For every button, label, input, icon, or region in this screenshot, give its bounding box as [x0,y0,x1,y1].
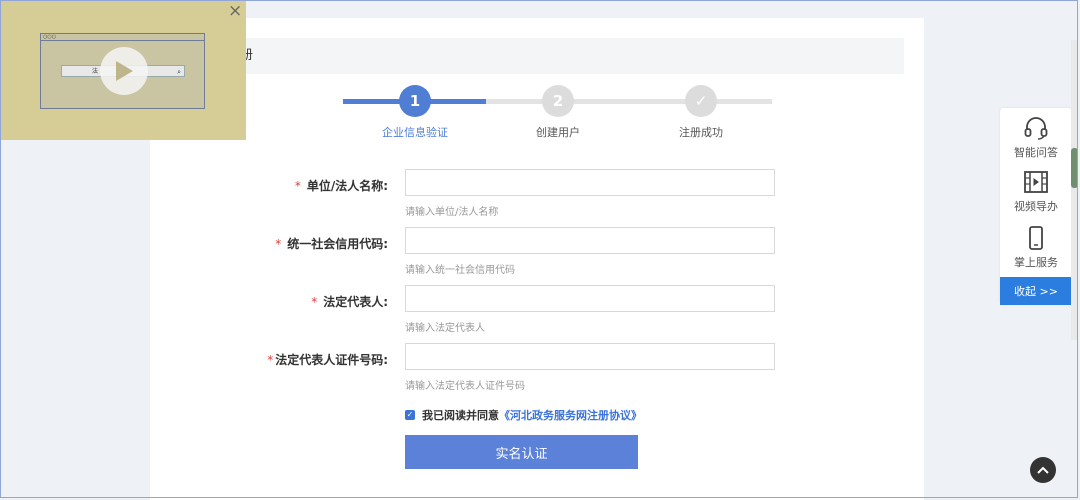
required-mark: * [267,353,274,367]
video-tutorial-popup[interactable]: × ○○○ 法 ⌕ [0,0,246,140]
required-mark: * [294,179,301,193]
sidebar-item-video[interactable]: 视频导办 [1000,170,1072,214]
credit-code-input[interactable] [405,227,775,254]
legal-rep-label-text: 法定代表人: [323,295,388,309]
chevron-up-icon [1037,466,1049,474]
unit-name-label: * 单位/法人名称: [295,177,388,194]
legal-rep-input[interactable] [405,285,775,312]
close-icon[interactable]: × [228,3,242,20]
step-3-check-icon: ✓ [685,85,717,117]
collapse-button[interactable]: 收起 >> [1000,277,1072,305]
step-3-label: 注册成功 [679,126,723,139]
steps-progress: 1 2 ✓ 企业信息验证 创建用户 注册成功 [150,18,924,158]
unit-name-input[interactable] [405,169,775,196]
legal-rep-hint: 请输入法定代表人 [405,323,485,334]
sidebar-item-qa[interactable]: 智能问答 [1000,116,1072,160]
sidebar-item-qa-label: 智能问答 [1014,146,1058,159]
legal-rep-id-input[interactable] [405,343,775,370]
step-2-label: 创建用户 [536,126,580,139]
unit-name-label-text: 单位/法人名称: [306,179,388,193]
thumbnail-text: 法 [92,68,99,75]
legal-rep-id-label: * 法定代表人证件号码: [267,351,388,368]
registration-card: 号注册 1 2 ✓ 企业信息验证 创建用户 注册成功 *单位/法人名称: 请输入… [150,18,924,500]
service-sidebar: 智能问答 视频导办 掌上服务 收起 >> [1000,108,1072,305]
agreement-link[interactable]: 《河北政务服务网注册协议》 [499,407,642,423]
sidebar-item-mobile[interactable]: 掌上服务 [1000,226,1072,270]
step-1-circle: 1 [399,85,431,117]
step-2-circle: 2 [542,85,574,117]
step-line-pending [486,99,772,104]
required-mark: * [311,295,318,309]
step-1-label: 企业信息验证 [382,126,448,139]
back-to-top-button[interactable] [1030,457,1056,483]
legal-rep-label: * 法定代表人: [311,293,388,310]
required-mark: * [275,237,282,251]
film-icon [1024,171,1048,193]
credit-code-hint: 请输入统一社会信用代码 [405,265,515,276]
sidebar-item-mobile-label: 掌上服务 [1014,256,1058,269]
scrollbar-track[interactable] [1071,40,1078,340]
legal-rep-id-label-text: 法定代表人证件号码: [275,353,388,367]
scrollbar-thumb[interactable] [1071,148,1078,188]
unit-name-hint: 请输入单位/法人名称 [405,207,499,218]
sidebar-item-video-label: 视频导办 [1014,200,1058,213]
verify-button[interactable]: 实名认证 [405,435,638,469]
search-icon: ⌕ [177,68,181,76]
window-dots-icon: ○○○ [43,34,57,40]
headset-icon [1024,117,1048,140]
phone-icon [1029,226,1043,250]
agreement-text: 我已阅读并同意 [422,409,499,422]
thumbnail-titlebar: ○○○ [41,34,204,41]
credit-code-label: * 统一社会信用代码: [275,235,388,252]
agreement-checkbox[interactable]: ✓ [405,410,415,420]
legal-rep-id-hint: 请输入法定代表人证件号码 [405,381,525,392]
agreement-row: ✓ 我已阅读并同意 《河北政务服务网注册协议》 [405,407,642,423]
play-icon[interactable] [100,47,148,95]
credit-code-label-text: 统一社会信用代码: [287,237,388,251]
